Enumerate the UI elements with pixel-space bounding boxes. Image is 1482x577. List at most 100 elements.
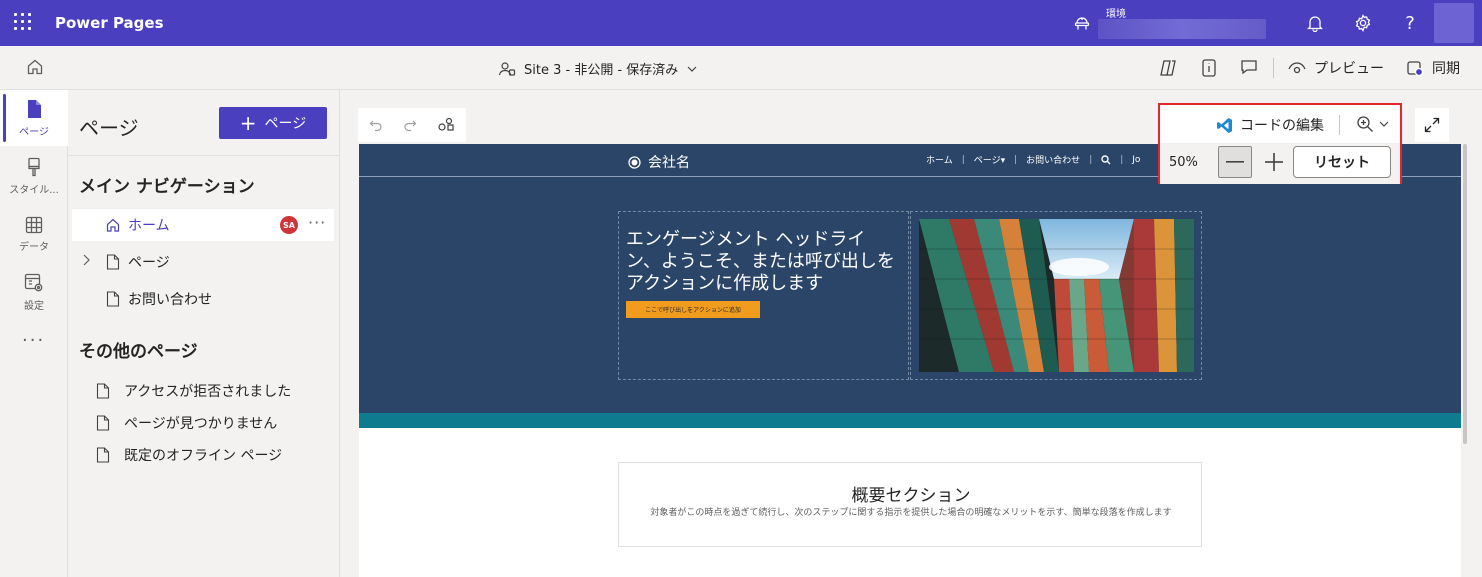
- search-icon[interactable]: [1101, 154, 1111, 165]
- nav-item-contact[interactable]: お問い合わせ: [72, 283, 334, 315]
- notifications-bell-icon[interactable]: [1305, 13, 1325, 33]
- home-icon[interactable]: [26, 58, 46, 78]
- brand-logo-icon: [628, 155, 641, 169]
- expand-icon[interactable]: [1415, 108, 1449, 142]
- rail-item-pages[interactable]: ページ: [0, 90, 68, 146]
- zoom-in-icon: [1357, 116, 1373, 132]
- nav-item-pages[interactable]: ページ: [72, 246, 334, 278]
- preview-nav-links: ホーム | ページ▾ | お問い合わせ | | Jo: [926, 153, 1140, 167]
- environment-label: 環境: [1106, 9, 1126, 20]
- pages-panel: ページ + ページ メイン ナビゲーション ホーム SA ··· ページ お問い…: [68, 90, 340, 577]
- preview-brand-name: 会社名: [648, 155, 690, 171]
- separator: [1339, 115, 1340, 135]
- more-options-icon[interactable]: ···: [308, 213, 326, 232]
- sync-label: 同期: [1432, 61, 1460, 77]
- site-title-menu[interactable]: Site 3 - 非公開 - 保存済み: [498, 59, 698, 78]
- separator: [1273, 58, 1274, 78]
- eye-icon: [1288, 62, 1306, 74]
- app-title[interactable]: Power Pages: [55, 14, 164, 32]
- nav-item-home[interactable]: ホーム SA ···: [72, 209, 334, 241]
- preview-nav-pages[interactable]: ページ▾: [974, 153, 1005, 166]
- minus-icon: [1226, 161, 1244, 163]
- settings-gear-icon[interactable]: [1353, 13, 1373, 33]
- rail-item-styling[interactable]: スタイル...: [0, 148, 68, 204]
- panel-title: ページ: [79, 116, 139, 140]
- preview-hero-section: エンゲージメント ヘッドライン、ようこそ、または呼び出しをアクションに作成します…: [359, 177, 1461, 413]
- zoom-in-button[interactable]: [1264, 152, 1284, 172]
- rail-item-settings[interactable]: 設定: [0, 264, 68, 320]
- chevron-down-icon: [1379, 121, 1389, 127]
- about-section[interactable]: 概要セクション 対象者がこの時点を過ぎて続行し、次のステップに関する指示を提供し…: [618, 462, 1202, 547]
- more-icon[interactable]: ···: [22, 330, 45, 351]
- preview-nav-join[interactable]: Jo: [1132, 155, 1140, 165]
- divider: [68, 155, 340, 156]
- preview-nav-home[interactable]: ホーム: [926, 153, 953, 166]
- hero-image: [919, 219, 1194, 372]
- other-page-label: アクセスが拒否されました: [124, 384, 292, 400]
- page-preview[interactable]: 会社名 ホーム | ページ▾ | お問い合わせ | | Jo エンゲージメント …: [359, 144, 1461, 577]
- info-icon[interactable]: [1200, 58, 1218, 82]
- site-people-icon: [498, 61, 516, 76]
- app-launcher-icon[interactable]: [14, 13, 32, 31]
- divider: |: [1120, 154, 1124, 165]
- vscode-icon: [1217, 117, 1232, 133]
- site-title-text: Site 3 - 非公開 - 保存済み: [524, 63, 679, 78]
- page-icon: [96, 383, 110, 399]
- nav-item-label: ホーム: [128, 218, 170, 234]
- redo-icon[interactable]: [401, 116, 419, 134]
- about-body: 対象者がこの時点を過ぎて続行し、次のステップに関する指示を提供した場合の明確なメ…: [650, 508, 1172, 518]
- comments-icon[interactable]: [1240, 58, 1258, 80]
- undo-toolbar: [358, 108, 466, 142]
- page-icon: [28, 99, 41, 118]
- top-app-bar: Power Pages 環境 ?: [0, 0, 1482, 46]
- zoom-percentage: 50%: [1169, 155, 1198, 170]
- plus-icon: +: [239, 111, 257, 135]
- preview-label: プレビュー: [1314, 61, 1384, 77]
- structure-icon[interactable]: [437, 116, 455, 134]
- add-page-label: ページ: [264, 116, 307, 132]
- divider: |: [1014, 154, 1018, 165]
- nav-item-label: お問い合わせ: [128, 292, 212, 308]
- nav-item-label: ページ: [128, 255, 170, 271]
- home-icon: [106, 218, 120, 232]
- rail-item-data[interactable]: データ: [0, 206, 68, 262]
- divider: |: [1089, 154, 1093, 165]
- help-icon[interactable]: ?: [1400, 13, 1420, 34]
- preview-brand[interactable]: 会社名: [628, 152, 690, 172]
- preview-scrollbar-thumb[interactable]: [1463, 144, 1467, 444]
- page-icon: [96, 415, 110, 431]
- table-icon: [25, 216, 43, 233]
- rail-item-label: ページ: [19, 126, 49, 138]
- hero-text-column[interactable]: エンゲージメント ヘッドライン、ようこそ、または呼び出しをアクションに作成します…: [618, 211, 909, 380]
- add-page-button[interactable]: + ページ: [219, 107, 327, 139]
- main-nav-heading: メイン ナビゲーション: [79, 177, 255, 197]
- preview-nav-contact[interactable]: お問い合わせ: [1026, 153, 1080, 166]
- chevron-right-icon[interactable]: [81, 254, 91, 270]
- sync-button[interactable]: 同期: [1406, 58, 1460, 78]
- other-pages-heading: その他のページ: [79, 342, 198, 362]
- edit-code-button[interactable]: コードの編集: [1216, 115, 1324, 135]
- hero-image-column[interactable]: [910, 211, 1202, 380]
- zoom-reset-button[interactable]: リセット: [1293, 146, 1391, 178]
- command-bar: Site 3 - 非公開 - 保存済み プレビュー 同期: [0, 46, 1482, 90]
- zoom-level-bar: 50% リセット: [1160, 143, 1400, 184]
- edit-code-label: コードの編集: [1240, 118, 1324, 134]
- user-avatar[interactable]: [1434, 3, 1474, 43]
- brush-icon: [28, 157, 40, 176]
- chevron-down-icon: [687, 66, 697, 72]
- preview-accent-band: [359, 413, 1461, 428]
- copilot-icon[interactable]: [1158, 58, 1178, 82]
- other-page-label: 既定のオフライン ページ: [124, 448, 283, 464]
- page-icon: [96, 447, 110, 463]
- undo-icon[interactable]: [367, 116, 385, 134]
- about-title: 概要セクション: [851, 486, 971, 506]
- zoom-out-button[interactable]: [1218, 146, 1252, 178]
- zoom-menu-button[interactable]: [1356, 115, 1390, 133]
- divider: |: [961, 154, 965, 165]
- preview-button[interactable]: プレビュー: [1288, 58, 1384, 78]
- zoom-toolbar: コードの編集: [1160, 105, 1400, 143]
- sync-icon: [1407, 61, 1424, 77]
- rail-item-label: データ: [19, 241, 49, 253]
- hero-cta-button[interactable]: ここで呼び出しをアクションに追加: [626, 301, 760, 318]
- environment-picker[interactable]: [1098, 19, 1266, 39]
